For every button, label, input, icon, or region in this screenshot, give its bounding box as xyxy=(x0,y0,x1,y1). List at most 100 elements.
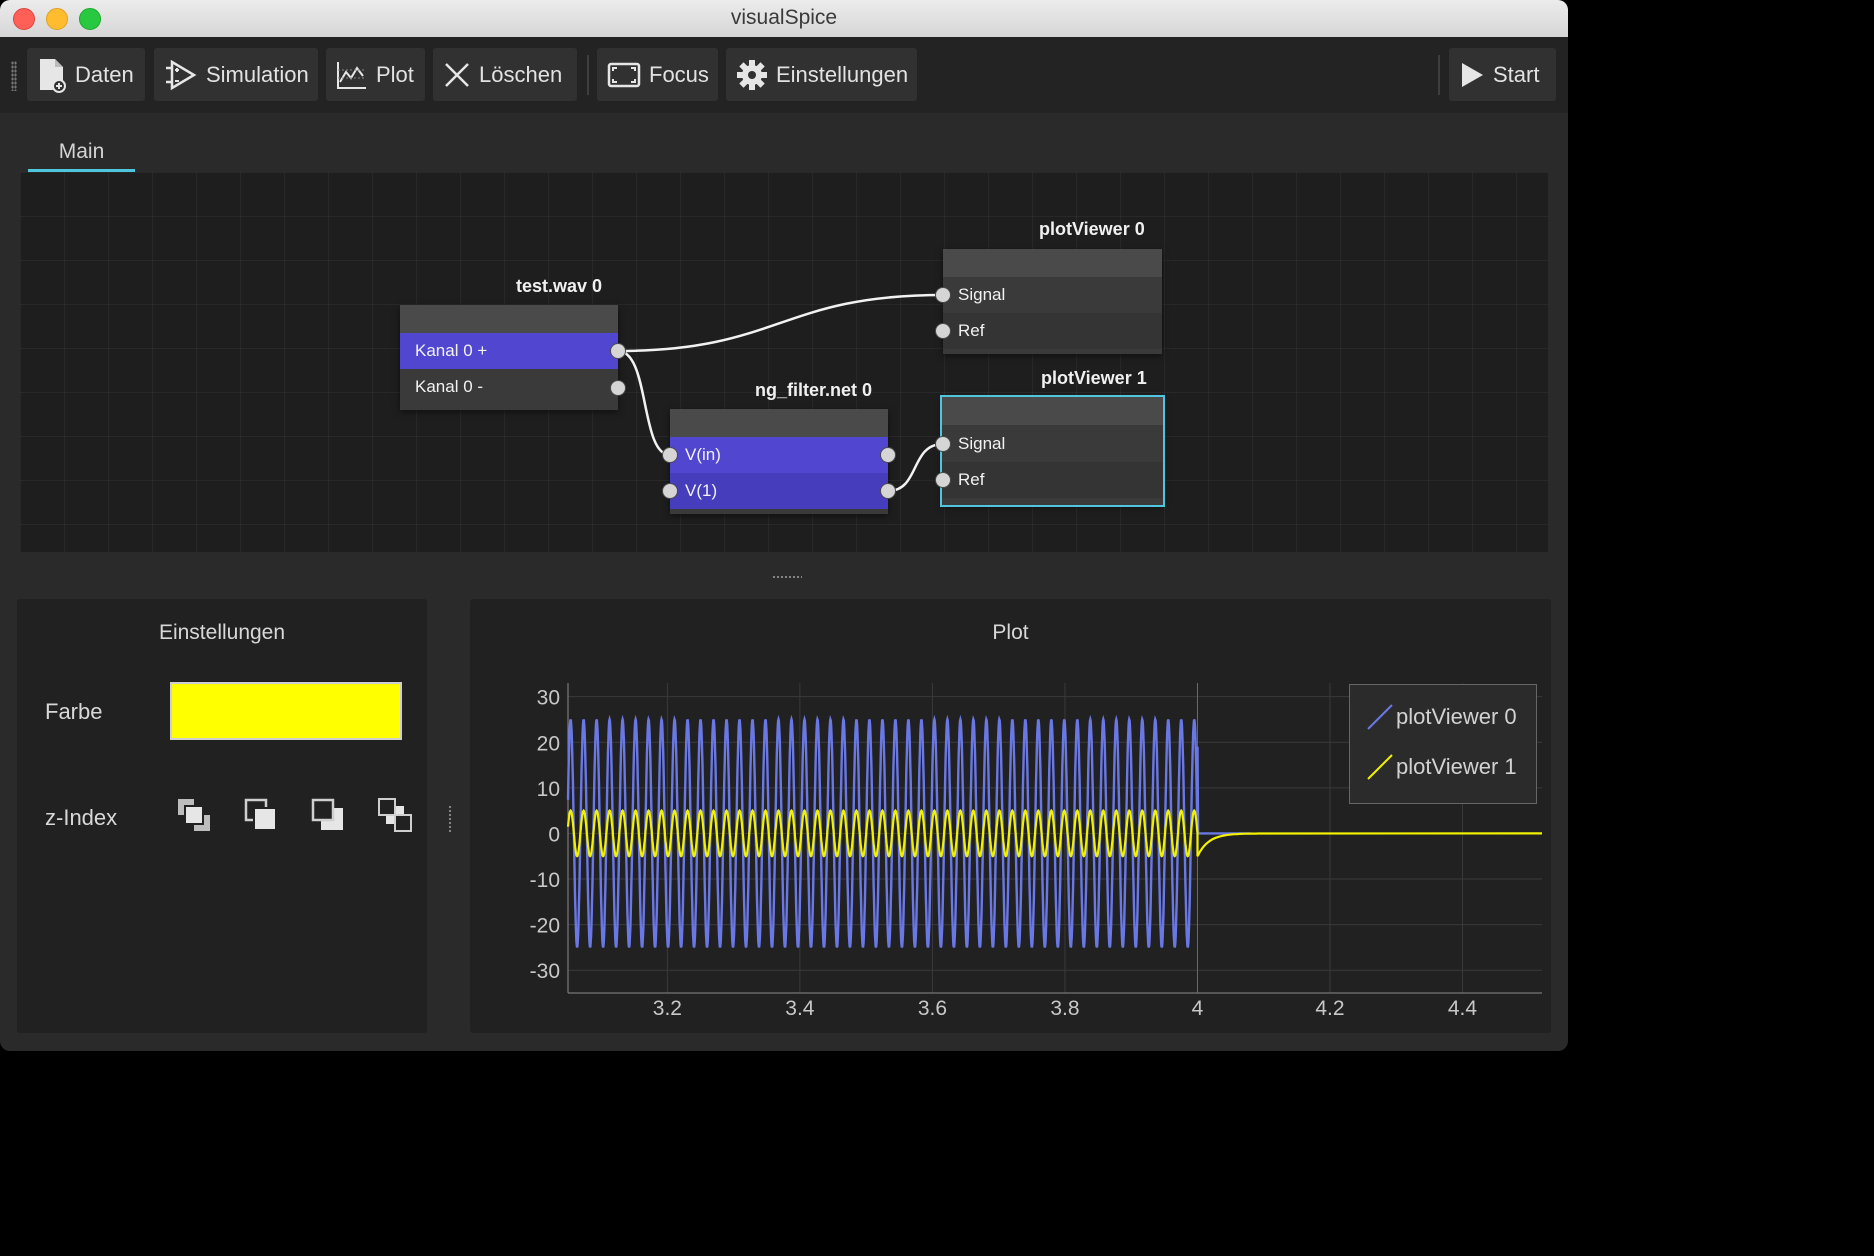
node-title-plotviewer0: plotViewer 0 xyxy=(1039,219,1145,239)
output-port-v1[interactable] xyxy=(880,483,896,499)
einstellungen-label: Einstellungen xyxy=(776,61,909,87)
node-title-ng-filter: ng_filter.net 0 xyxy=(755,380,873,400)
port-row-vin[interactable]: V(in) xyxy=(670,437,888,473)
close-x-icon xyxy=(445,62,469,87)
x-tick-label: 3.4 xyxy=(785,997,815,1020)
legend-swatch-blue xyxy=(1367,704,1393,730)
title-bar: visualSpice xyxy=(0,0,1568,38)
loeschen-button[interactable]: Löschen xyxy=(433,48,577,101)
legend-item-plotviewer0[interactable]: plotViewer 0 xyxy=(1366,703,1517,731)
input-port-ref[interactable] xyxy=(935,472,951,488)
plot-chart[interactable]: 30 20 10 0 -10 -20 -30 3.2 3.4 3.6 3.8 4 4.2 4.4 xyxy=(470,599,1551,1033)
legend-label: plotViewer 1 xyxy=(1396,754,1517,779)
input-port-v1[interactable] xyxy=(662,483,678,499)
color-swatch-button[interactable] xyxy=(170,682,402,740)
y-tick-label: -20 xyxy=(530,915,560,938)
node-plotviewer0[interactable]: Signal Ref xyxy=(943,249,1162,354)
port-row-signal[interactable]: Signal xyxy=(943,277,1162,313)
bring-forward-icon[interactable] xyxy=(243,797,279,833)
wire-kanal0-to-filter xyxy=(617,349,671,457)
focus-frame-icon xyxy=(607,62,641,87)
x-tick-label: 3.8 xyxy=(1050,997,1079,1020)
zindex-label: z-Index xyxy=(45,805,118,830)
output-port-kanal0-plus[interactable] xyxy=(610,343,626,359)
toolbar-separator-right xyxy=(1438,55,1440,95)
node-title-test-wav: test.wav 0 xyxy=(516,276,603,296)
input-port-signal[interactable] xyxy=(935,436,951,452)
simulation-label: Simulation xyxy=(206,61,309,87)
node-header[interactable] xyxy=(943,249,1162,277)
legend-swatch-yellow xyxy=(1367,754,1393,780)
plot-panel: Plot 30 20 10 0 -10 -20 -30 3.2 3.4 3.6 3.8 4 4.2 4.4… xyxy=(470,599,1551,1033)
node-header[interactable] xyxy=(670,409,888,437)
port-row-ref[interactable]: Ref xyxy=(943,313,1162,349)
port-label: V(1) xyxy=(685,481,718,500)
settings-panel: Einstellungen Farbe z-Index xyxy=(17,599,427,1033)
bring-to-front-icon[interactable] xyxy=(176,797,212,833)
input-port-ref[interactable] xyxy=(935,323,951,339)
send-to-back-icon[interactable] xyxy=(377,797,413,833)
y-tick-label: 10 xyxy=(537,778,560,801)
send-backward-icon[interactable] xyxy=(310,797,346,833)
node-header[interactable] xyxy=(400,305,618,333)
input-port-vin[interactable] xyxy=(662,447,678,463)
port-label: Ref xyxy=(958,321,985,340)
node-editor-canvas[interactable]: test.wav 0 Kanal 0 + Kanal 0 - ng_filter… xyxy=(20,172,1548,552)
x-tick-label: 4.4 xyxy=(1448,997,1478,1020)
x-tick-label: 3.2 xyxy=(653,997,682,1020)
port-row-kanal0-minus[interactable]: Kanal 0 - xyxy=(400,369,618,405)
port-row-kanal0-plus[interactable]: Kanal 0 + xyxy=(400,333,618,369)
output-port-kanal0-minus[interactable] xyxy=(610,380,626,396)
tab-main[interactable]: Main xyxy=(28,140,135,172)
plot-legend: plotViewer 0 plotViewer 1 xyxy=(1349,684,1537,804)
vertical-splitter-handle[interactable] xyxy=(448,805,452,833)
port-row-v1[interactable]: V(1) xyxy=(670,473,888,509)
input-port-signal[interactable] xyxy=(935,287,951,303)
play-icon xyxy=(1462,62,1483,87)
document-add-icon xyxy=(40,58,66,93)
legend-item-plotviewer1[interactable]: plotViewer 1 xyxy=(1366,753,1517,781)
port-label: Signal xyxy=(958,285,1006,304)
plot-label: Plot xyxy=(376,61,414,87)
loeschen-label: Löschen xyxy=(479,61,563,87)
y-tick-label: -10 xyxy=(530,869,560,892)
window-title: visualSpice xyxy=(730,6,838,29)
toolbar-grip[interactable] xyxy=(11,61,17,91)
farbe-label: Farbe xyxy=(45,699,103,724)
port-label: Ref xyxy=(958,470,985,489)
x-tick-label: 4 xyxy=(1192,997,1204,1020)
port-label: Kanal 0 + xyxy=(415,341,488,360)
settings-panel-title: Einstellungen xyxy=(158,621,286,644)
toolbar-separator xyxy=(587,55,589,95)
y-tick-label: 30 xyxy=(537,687,560,710)
horizontal-splitter-handle[interactable] xyxy=(772,575,802,579)
simulation-button[interactable]: Simulation xyxy=(154,48,318,101)
plot-button[interactable]: Plot xyxy=(326,48,425,101)
daten-label: Daten xyxy=(75,61,134,87)
port-label: V(in) xyxy=(685,445,721,464)
focus-label: Focus xyxy=(649,61,709,87)
x-tick-label: 3.6 xyxy=(918,997,947,1020)
node-title-plotviewer1: plotViewer 1 xyxy=(1041,368,1147,388)
node-header[interactable] xyxy=(942,397,1163,425)
wire-filter-to-plotviewer1 xyxy=(887,442,944,493)
line-chart-icon xyxy=(337,61,366,89)
node-ng-filter[interactable]: V(in) V(1) xyxy=(670,409,888,514)
node-plotviewer1[interactable]: Signal Ref xyxy=(940,395,1165,507)
y-tick-label: -30 xyxy=(530,960,560,983)
x-tick-label: 4.2 xyxy=(1315,997,1344,1020)
port-label: Kanal 0 - xyxy=(415,377,484,396)
node-test-wav[interactable]: Kanal 0 + Kanal 0 - xyxy=(400,305,618,410)
start-button[interactable]: Start xyxy=(1449,48,1556,101)
y-tick-label: 20 xyxy=(537,732,560,755)
port-row-ref[interactable]: Ref xyxy=(942,462,1163,498)
focus-button[interactable]: Focus xyxy=(597,48,718,101)
einstellungen-button[interactable]: Einstellungen xyxy=(726,48,917,101)
daten-button[interactable]: Daten xyxy=(27,48,145,101)
app-window: visualSpice Daten Simulation Plot Lösche… xyxy=(0,0,1568,1051)
y-tick-label: 0 xyxy=(548,823,560,846)
start-label: Start xyxy=(1493,61,1540,87)
output-port-vin[interactable] xyxy=(880,447,896,463)
gear-icon xyxy=(737,59,767,90)
port-row-signal[interactable]: Signal xyxy=(942,426,1163,462)
